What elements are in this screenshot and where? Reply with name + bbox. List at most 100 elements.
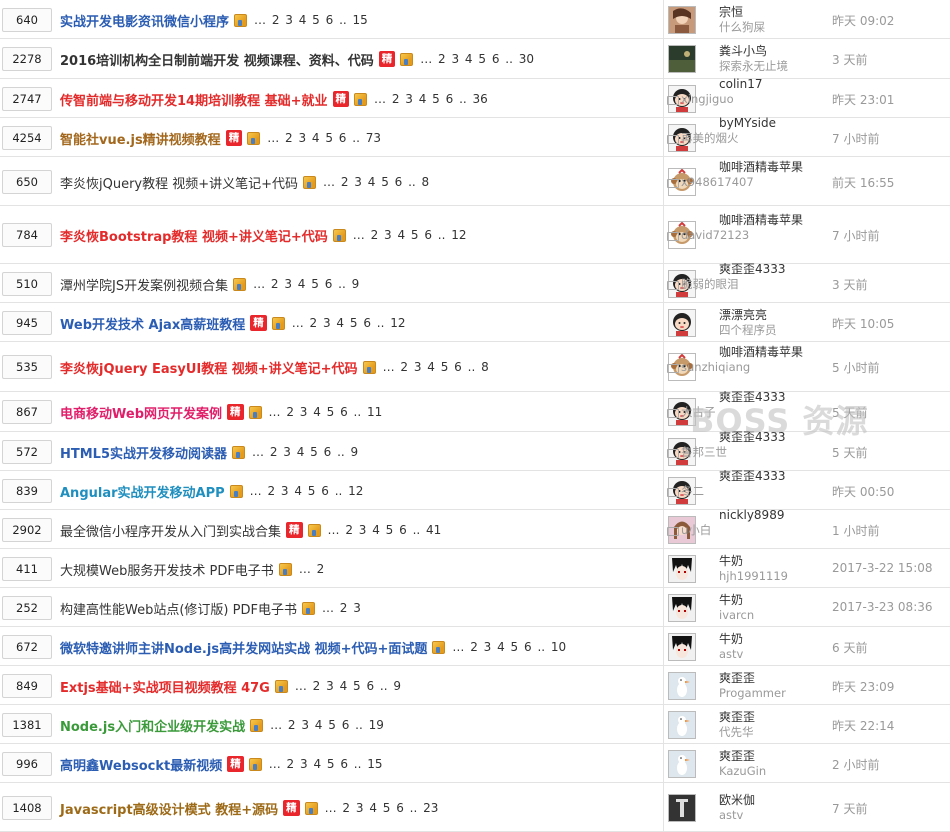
last-poster-name[interactable]: 鲁邦三世 <box>667 445 819 460</box>
author-name[interactable]: 咖啡酒精毒苹果 <box>719 345 819 360</box>
poster-info: 牛奶 ivarcn <box>719 593 819 623</box>
poster-info: 牛奶 hjh1991119 <box>719 554 819 584</box>
avatar[interactable] <box>668 555 696 583</box>
thread-title-link[interactable]: 李炎恢jQuery教程 视频+讲义笔记+代码 <box>60 173 298 192</box>
avatar[interactable] <box>668 750 696 778</box>
author-name[interactable]: 牛奶 <box>719 632 819 647</box>
page-links[interactable]: … 2 3 4 5 6 .. 12 <box>353 228 467 242</box>
author-name[interactable]: 爽歪歪4333 <box>719 430 819 445</box>
thread-title-link[interactable]: Angular实战开发移动APP <box>60 482 225 501</box>
author-name[interactable]: 漂漂亮亮 <box>719 308 819 323</box>
last-poster-name[interactable]: KazuGin <box>719 764 819 779</box>
last-poster-name[interactable]: astv <box>719 808 819 823</box>
page-links[interactable]: … 2 3 <box>322 601 361 615</box>
reply-count: 2278 <box>2 47 52 71</box>
author-name[interactable]: 爽歪歪 <box>719 671 819 686</box>
avatar[interactable] <box>668 633 696 661</box>
last-poster-name[interactable]: 四个程序员 <box>719 323 819 338</box>
last-poster-name[interactable]: 代先华 <box>719 725 819 740</box>
avatar[interactable] <box>668 711 696 739</box>
column-divider <box>663 79 664 117</box>
last-poster-name[interactable]: 探索永无止境 <box>719 59 819 74</box>
thread-title-link[interactable]: Node.js入门和企业级开发实战 <box>60 716 245 735</box>
last-poster-name[interactable]: sunzhiqiang <box>667 360 819 375</box>
thread-row: 535 李炎恢jQuery EasyUI教程 视频+讲义笔记+代码 … 2 3 4 … <box>0 342 950 392</box>
author-name[interactable]: 爽歪歪 <box>719 749 819 764</box>
thread-title-link[interactable]: 大规模Web服务开发技术 PDF电子书 <box>60 560 274 579</box>
page-links[interactable]: … 2 3 4 5 6 .. 9 <box>252 445 358 459</box>
last-poster-name[interactable]: x948617407 <box>667 175 819 190</box>
avatar[interactable] <box>668 309 696 337</box>
page-links[interactable]: … 2 3 4 5 6 .. 30 <box>420 52 534 66</box>
thread-title-link[interactable]: 电商移动Web网页开发案例 <box>60 403 222 422</box>
last-poster-name[interactable]: hjh1991119 <box>719 569 819 584</box>
page-links[interactable]: … 2 3 4 5 6 .. 19 <box>270 718 384 732</box>
author-name[interactable]: nickly8989 <box>719 508 819 523</box>
author-name[interactable]: 咖啡酒精毒苹果 <box>719 213 819 228</box>
thread-title-link[interactable]: 最全微信小程序开发从入门到实战合集 <box>60 521 281 540</box>
last-poster-name[interactable]: 脆弱的眼泪 <box>667 277 819 292</box>
avatar[interactable] <box>668 6 696 34</box>
avatar[interactable] <box>668 594 696 622</box>
last-poster-name[interactable]: xingjiguo <box>667 92 819 107</box>
last-poster-name[interactable]: 再美的烟火 <box>667 131 819 146</box>
thread-title-link[interactable]: Extjs基础+实战项目视频教程 47G <box>60 677 270 696</box>
page-links[interactable]: … 2 3 4 5 6 .. 9 <box>295 679 401 693</box>
avatar[interactable] <box>668 45 696 73</box>
last-poster-name[interactable]: u小白 <box>667 523 819 538</box>
avatar[interactable] <box>668 794 696 822</box>
thread-title-link[interactable]: 构建高性能Web站点(修订版) PDF电子书 <box>60 599 297 618</box>
page-links[interactable]: … 2 3 4 5 6 .. 8 <box>383 360 489 374</box>
thread-title-link[interactable]: 李炎恢jQuery EasyUI教程 视频+讲义笔记+代码 <box>60 358 358 377</box>
page-links[interactable]: … 2 3 4 5 6 .. 12 <box>250 484 364 498</box>
last-poster-name[interactable]: 大古子 <box>667 405 819 420</box>
thread-title-link[interactable]: 实战开发电影资讯微信小程序 <box>60 11 229 30</box>
page-links[interactable]: … 2 <box>299 562 324 576</box>
page-links[interactable]: … 2 3 4 5 6 .. 9 <box>253 277 359 291</box>
author-name[interactable]: 爽歪歪4333 <box>719 469 819 484</box>
author-name[interactable]: 粪斗小鸟 <box>719 44 819 59</box>
column-divider <box>663 392 664 431</box>
author-name[interactable]: 牛奶 <box>719 593 819 608</box>
page-links[interactable]: … 2 3 4 5 6 .. 41 <box>328 523 442 537</box>
thread-title-link[interactable]: Javascript高级设计模式 教程+源码 <box>60 799 278 818</box>
author-name[interactable]: 宗恒 <box>719 5 819 20</box>
thread-title-link[interactable]: Web开发技术 Ajax高薪班教程 <box>60 314 245 333</box>
reply-count: 1381 <box>2 713 52 737</box>
thread-title-link[interactable]: 潭州学院JS开发案例视频合集 <box>60 275 228 294</box>
page-links[interactable]: … 2 3 4 5 6 .. 10 <box>452 640 566 654</box>
page-links[interactable]: … 2 3 4 5 6 .. 11 <box>269 405 383 419</box>
page-links[interactable]: … 2 3 4 5 6 .. 36 <box>374 92 488 106</box>
thread-row: 867 电商移动Web网页开发案例精 … 2 3 4 5 6 .. 11 爽歪歪433… <box>0 390 950 432</box>
last-poster-name[interactable]: 冬二 <box>667 484 819 499</box>
thread-title-link[interactable]: 2016培训机构全日制前端开发 视频课程、资料、代码 <box>60 50 374 69</box>
author-name[interactable]: 爽歪歪4333 <box>719 262 819 277</box>
author-name[interactable]: 牛奶 <box>719 554 819 569</box>
thread-title-link[interactable]: 李炎恢Bootstrap教程 视频+讲义笔记+代码 <box>60 226 328 245</box>
page-links[interactable]: … 2 3 4 5 6 .. 23 <box>325 801 439 815</box>
author-name[interactable]: colin17 <box>719 77 819 92</box>
thread-title-link[interactable]: 传智前端与移动开发14期培训教程 基础+就业 <box>60 90 328 109</box>
column-divider <box>663 303 664 341</box>
author-name[interactable]: byMYside <box>719 116 819 131</box>
page-links[interactable]: … 2 3 4 5 6 .. 73 <box>267 131 381 145</box>
thread-title-link[interactable]: HTML5实战开发移动阅读器 <box>60 443 227 462</box>
last-poster-name[interactable]: david72123 <box>667 228 819 243</box>
last-poster-name[interactable]: 什么狗屎 <box>719 20 819 35</box>
author-name[interactable]: 爽歪歪4333 <box>719 390 819 405</box>
last-poster-name[interactable]: ivarcn <box>719 608 819 623</box>
author-name[interactable]: 咖啡酒精毒苹果 <box>719 160 819 175</box>
thread-title-link[interactable]: 微软特邀讲师主讲Node.js高并发网站实战 视频+代码+面试题 <box>60 638 427 657</box>
thread-title-link[interactable]: 智能社vue.js精讲视频教程 <box>60 129 221 148</box>
last-poster-name[interactable]: Progammer <box>719 686 819 701</box>
page-links[interactable]: … 2 3 4 5 6 .. 8 <box>323 175 429 189</box>
avatar[interactable] <box>668 672 696 700</box>
author-name[interactable]: 爽歪歪 <box>719 710 819 725</box>
thumbs-up-icon <box>332 228 346 242</box>
thread-title-link[interactable]: 高明鑫Websockt最新视频 <box>60 755 222 774</box>
page-links[interactable]: … 2 3 4 5 6 .. 15 <box>269 757 383 771</box>
page-links[interactable]: … 2 3 4 5 6 .. 15 <box>254 13 368 27</box>
author-name[interactable]: 欧米伽 <box>719 793 819 808</box>
last-poster-name[interactable]: astv <box>719 647 819 662</box>
page-links[interactable]: … 2 3 4 5 6 .. 12 <box>292 316 406 330</box>
